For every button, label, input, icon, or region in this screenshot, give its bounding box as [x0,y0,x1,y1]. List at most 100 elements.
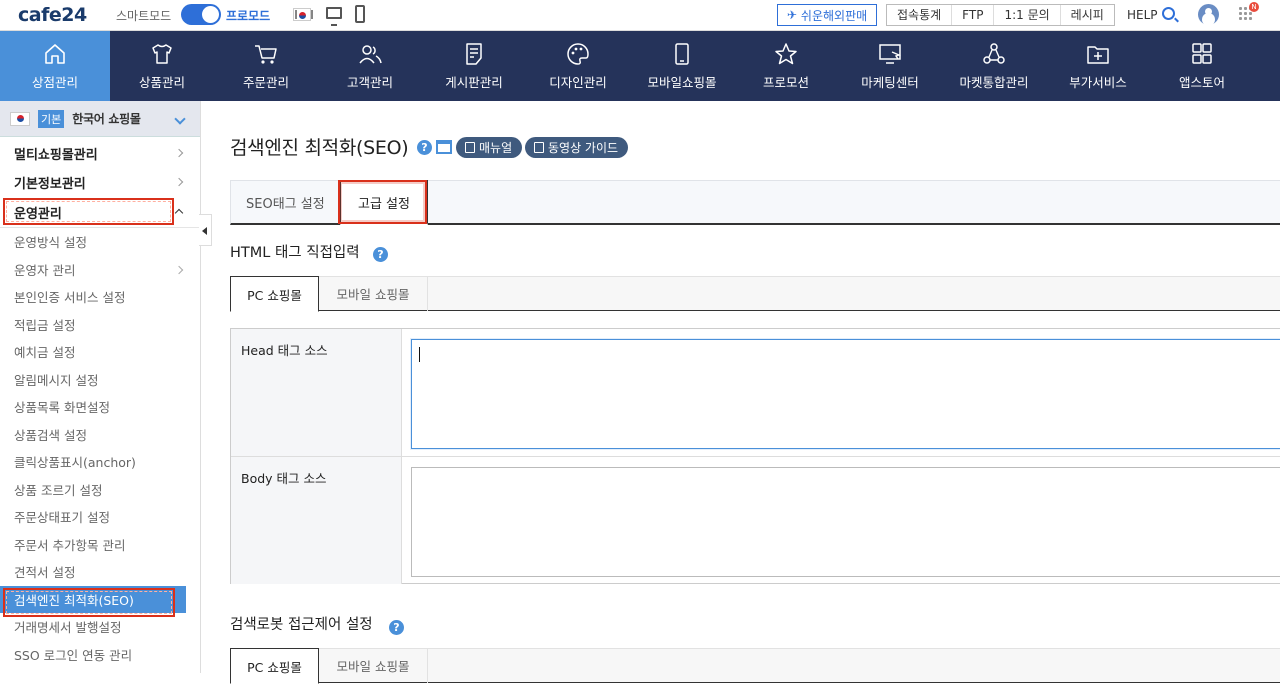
apps-grid-icon [1192,42,1212,64]
monitor-cursor-icon [879,43,901,64]
sidebar: 기본 한국어 쇼핑몰 멀티쇼핑몰관리 기본정보관리 운영관리 운영방식 설정 운… [0,101,201,673]
users-icon [359,44,382,63]
shop-selector[interactable]: 기본 한국어 쇼핑몰 [0,101,200,137]
help-icon[interactable]: ? [417,140,432,155]
airplane-icon: ✈ [786,8,797,22]
manual-button[interactable]: 매뉴얼 [456,137,523,158]
korea-flag-icon [10,111,30,126]
video-guide-button[interactable]: 동영상 가이드 [525,137,629,158]
help-link[interactable]: HELP [1127,8,1158,22]
html-tags-subtabs: PC 쇼핑몰 모바일 쇼핑몰 [230,276,1280,312]
help-icon[interactable]: ? [373,247,388,262]
mode-toggle[interactable] [181,4,221,25]
document-icon [465,142,475,153]
search-icon[interactable] [1162,7,1175,20]
head-label: Head 태그 소스 [231,329,402,456]
shop-name: 한국어 쇼핑몰 [72,112,141,126]
html-tag-form: Head 태그 소스 Body 태그 소스 [230,328,1280,584]
nav-mobile-shop[interactable]: 모바일쇼핑몰 [630,31,734,101]
chevron-right-icon [174,177,184,187]
mobile-icon[interactable] [355,5,365,23]
board-icon [466,42,482,65]
nav-marketing[interactable]: 마케팅센터 [838,31,942,101]
cart-icon [255,44,277,64]
main-nav: 상점관리 상품관리 주문관리 고객관리 게시판관리 디자인관리 모바일쇼핑몰 프… [0,31,1280,101]
tab-pc-shop[interactable]: PC 쇼핑몰 [230,648,319,684]
highlight-advanced-tab [338,180,427,224]
nav-addon[interactable]: 부가서비스 [1046,31,1150,101]
head-row: Head 태그 소스 [231,329,1280,457]
body-label: Body 태그 소스 [231,457,402,584]
store-icon[interactable] [436,140,452,154]
tab-mobile-shop[interactable]: 모바일 쇼핑몰 [319,648,428,683]
tab-seo-tags[interactable]: SEO태그 설정 [246,181,325,224]
sidebar-item-product-search[interactable]: 상품검색 설정 [0,421,200,449]
play-icon [534,142,544,153]
shirt-icon [152,43,172,64]
sidebar-item-identity-verification[interactable]: 본인인증 서비스 설정 [0,283,200,311]
sidebar-item-product-request[interactable]: 상품 조르기 설정 [0,476,200,504]
nav-appstore[interactable]: 앱스토어 [1150,31,1254,101]
chevron-up-icon [174,208,184,218]
mobile-icon [675,42,689,65]
sidebar-section-multishop[interactable]: 멀티쇼핑몰관리 [0,139,200,168]
nav-products[interactable]: 상품관리 [110,31,214,101]
new-badge: N [1249,2,1259,12]
page-title: 검색엔진 최적화(SEO) [230,137,409,159]
nav-board[interactable]: 게시판관리 [422,31,526,101]
sidebar-item-points[interactable]: 적립금 설정 [0,311,200,339]
sidebar-item-sso[interactable]: SSO 로그인 연동 관리 [0,641,200,669]
top-links: 접속통계 FTP 1:1 문의 레시피 [886,4,1115,26]
inquiry-link[interactable]: 1:1 문의 [994,5,1061,25]
basic-badge: 기본 [38,109,65,128]
help-icon[interactable]: ? [389,620,404,635]
body-source-textarea[interactable] [411,467,1280,577]
sidebar-item-operators[interactable]: 운영자 관리 [0,256,200,284]
smart-mode-label: 스마트모드 [116,9,172,23]
cafe24-logo[interactable]: cafe24 [18,4,87,26]
head-source-textarea[interactable] [411,339,1280,449]
home-icon [45,43,65,64]
chevron-down-icon [174,113,186,125]
nav-store-admin[interactable]: 상점관리 [0,31,110,101]
ftp-link[interactable]: FTP [952,5,995,25]
palette-icon [567,42,589,65]
sidebar-item-notifications[interactable]: 알림메시지 설정 [0,366,200,394]
folder-plus-icon [1087,45,1109,64]
highlight-seo-item [3,588,175,617]
body-row: Body 태그 소스 [231,457,1280,584]
sidebar-item-deposit[interactable]: 예치금 설정 [0,338,200,366]
highlight-operations [3,198,174,225]
sidebar-item-click-anchor[interactable]: 클릭상품표시(anchor) [0,448,200,476]
stats-link[interactable]: 접속통계 [887,5,953,25]
sidebar-item-quotation[interactable]: 견적서 설정 [0,558,200,586]
main-content: 검색엔진 최적화(SEO) ? 매뉴얼 동영상 가이드 SEO태그 설정 고급 … [201,101,1280,684]
nav-market-integration[interactable]: 마켓통합관리 [942,31,1046,101]
pro-mode-label: 프로모드 [226,9,271,23]
sidebar-item-operation-mode[interactable]: 운영방식 설정 [0,228,200,256]
sidebar-section-basic-info[interactable]: 기본정보관리 [0,168,200,197]
chevron-right-icon [174,265,184,274]
avatar[interactable] [1198,4,1219,25]
nav-customers[interactable]: 고객관리 [318,31,422,101]
tab-mobile-shop[interactable]: 모바일 쇼핑몰 [319,276,428,311]
sidebar-item-product-list-display[interactable]: 상품목록 화면설정 [0,393,200,421]
tab-pc-shop[interactable]: PC 쇼핑몰 [230,276,319,312]
top-bar: cafe24 스마트모드 프로모드 ✈ 쉬운해외판매 접속통계 FTP 1:1 … [0,0,1280,31]
sidebar-item-order-fields[interactable]: 주문서 추가항목 관리 [0,531,200,559]
desktop-icon[interactable] [326,7,342,26]
global-sales-button[interactable]: ✈ 쉬운해외판매 [777,4,877,26]
chevron-right-icon [174,148,184,158]
section-title-robot-access: 검색로봇 접근제어 설정 [230,617,373,633]
sidebar-item-order-status[interactable]: 주문상태표기 설정 [0,503,200,531]
section-title-html-tags: HTML 태그 직접입력 [230,245,360,261]
nav-design[interactable]: 디자인관리 [526,31,630,101]
recipe-link[interactable]: 레시피 [1061,5,1114,25]
nav-orders[interactable]: 주문관리 [214,31,318,101]
sidebar-item-invoice[interactable]: 거래명세서 발행설정 [0,613,200,641]
nav-promotion[interactable]: 프로모션 [734,31,838,101]
star-icon [775,42,797,64]
robot-access-subtabs: PC 쇼핑몰 모바일 쇼핑몰 [230,648,1280,684]
network-icon [983,42,1005,64]
korea-flag-icon[interactable] [293,8,313,21]
